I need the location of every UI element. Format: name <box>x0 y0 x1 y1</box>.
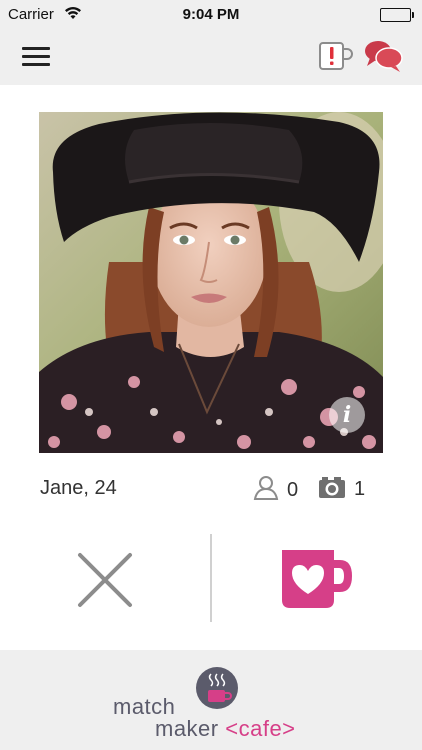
profile-photo[interactable]: i <box>39 112 383 453</box>
logo-text-maker-cafe: maker <cafe> <box>155 716 296 742</box>
action-divider <box>210 534 212 622</box>
profile-photo-image <box>39 112 383 453</box>
person-icon <box>253 475 279 506</box>
x-icon <box>78 553 132 607</box>
photos-count: 1 <box>354 478 366 500</box>
profile-name-age: Jane, 24 <box>40 477 117 499</box>
clock-time: 9:04 PM <box>182 6 240 23</box>
footer: match maker <cafe> <box>0 650 422 750</box>
coffee-cup-logo-icon <box>196 667 238 709</box>
friends-stat: 0 <box>253 475 298 506</box>
match-actions <box>0 530 422 626</box>
nav-actions <box>316 36 404 76</box>
reject-button[interactable] <box>70 545 140 615</box>
friends-count: 0 <box>287 479 299 501</box>
camera-icon <box>318 475 346 504</box>
logo-text-maker: maker <box>155 716 226 741</box>
info-icon-label: i <box>342 402 352 428</box>
coffee-alert-icon[interactable] <box>316 36 356 76</box>
logo-text-cafe: <cafe> <box>225 716 296 741</box>
photos-stat: 1 <box>318 475 365 504</box>
like-button[interactable] <box>278 546 356 612</box>
nav-bar <box>0 30 422 85</box>
battery-icon <box>380 8 414 22</box>
profile-info-row: Jane, 24 0 1 <box>39 470 383 506</box>
status-bar: Carrier 9:04 PM <box>0 0 422 30</box>
heart-mug-icon <box>282 550 352 608</box>
info-icon[interactable]: i <box>329 397 365 433</box>
chat-bubbles-icon[interactable] <box>364 36 404 76</box>
hamburger-menu-icon[interactable] <box>20 42 52 70</box>
matchmaker-cafe-logo: match maker <cafe> <box>110 664 320 744</box>
